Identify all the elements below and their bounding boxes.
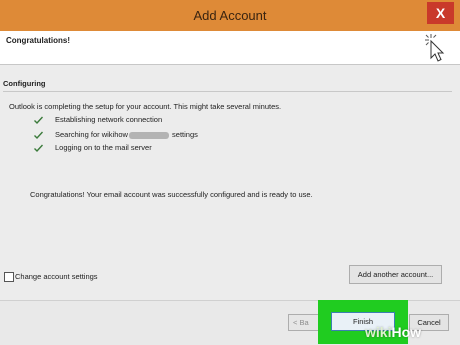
change-settings-checkbox[interactable]: [4, 272, 14, 282]
section-title: Configuring: [3, 79, 46, 88]
change-settings-label[interactable]: Change account settings: [15, 272, 98, 281]
step-item: Establishing network connection: [34, 115, 334, 127]
add-another-account-button[interactable]: Add another account...: [349, 265, 442, 284]
step-item: Searching for wikihow settings: [34, 130, 334, 142]
checkmark-icon: [34, 116, 43, 124]
watermark-how: How: [391, 324, 422, 340]
header-title: Congratulations!: [6, 36, 70, 45]
checkmark-icon: [34, 144, 43, 152]
window-title: Add Account: [193, 8, 267, 23]
redacted-text: [128, 131, 169, 139]
header-pane: Congratulations!: [0, 31, 460, 65]
close-button[interactable]: X: [427, 2, 454, 24]
watermark-wiki: wiki: [365, 324, 392, 340]
step-label: Establishing network connection: [55, 115, 163, 124]
step-label: Searching for wikihow settings: [55, 130, 198, 139]
watermark-logo: wikiHow: [365, 324, 421, 340]
step-label-suffix: settings: [169, 130, 198, 139]
intro-text: Outlook is completing the setup for your…: [9, 102, 282, 111]
section-divider: [3, 91, 452, 92]
title-bar: Add Account X: [0, 0, 460, 31]
checkmark-icon: [34, 131, 43, 139]
step-label-prefix: Searching for wikihow: [55, 130, 128, 139]
step-label: Logging on to the mail server: [55, 143, 152, 152]
step-item: Logging on to the mail server: [34, 143, 334, 155]
cursor-sparkle-icon: [425, 34, 445, 62]
success-message: Congratulations! Your email account was …: [30, 190, 313, 199]
